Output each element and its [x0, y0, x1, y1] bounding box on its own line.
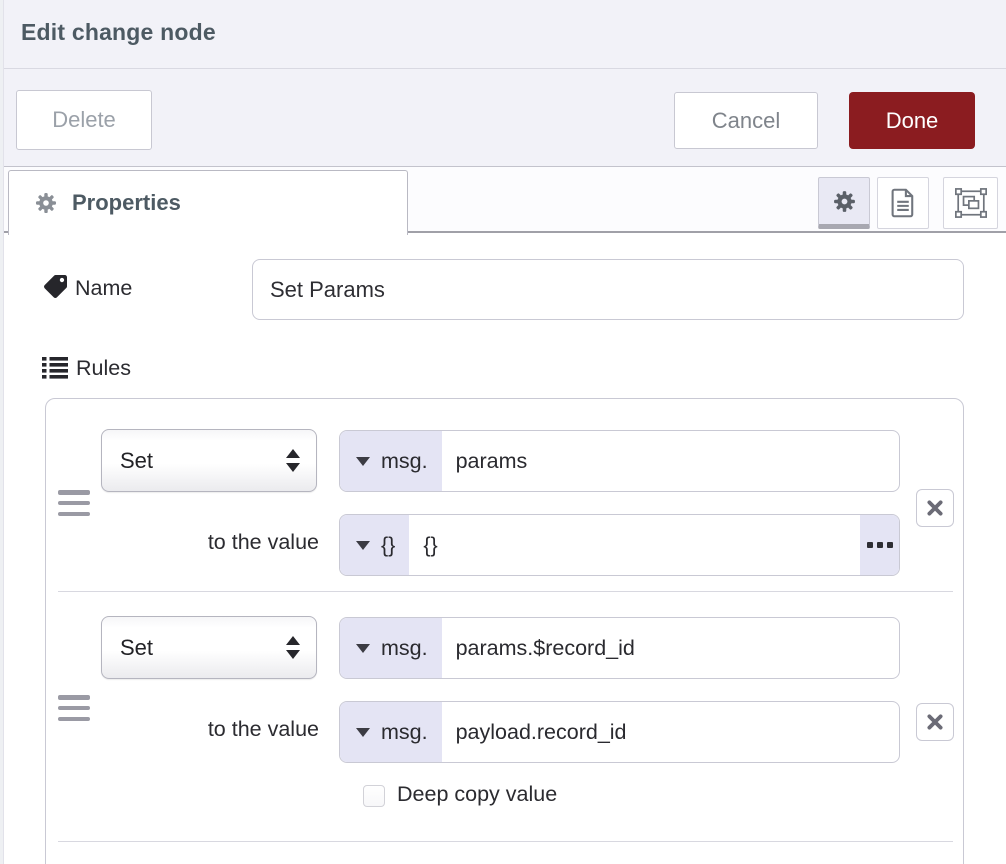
up-down-arrows-icon — [286, 449, 300, 472]
rule-action-value: Set — [120, 635, 153, 661]
rule-value-input[interactable] — [442, 702, 899, 762]
dialog-header: Edit change node — [0, 0, 1006, 69]
rule-value-input[interactable] — [409, 515, 860, 575]
remove-rule-button[interactable] — [916, 489, 954, 527]
gear-icon — [832, 189, 857, 214]
value-type-label: msg. — [381, 720, 428, 745]
name-label: Name — [75, 276, 132, 301]
document-icon — [890, 188, 916, 218]
dialog-title: Edit change node — [21, 19, 216, 46]
dialog-toolbar: Delete Cancel Done — [0, 69, 1006, 167]
rule-property-input[interactable] — [442, 431, 899, 491]
tab-bar: Properties — [0, 167, 1006, 233]
up-down-arrows-icon — [286, 636, 300, 659]
to-the-value-label: to the value — [106, 530, 319, 555]
tag-icon — [44, 275, 67, 298]
list-icon — [42, 356, 68, 380]
value-type-label: {} — [381, 533, 395, 558]
rules-label: Rules — [76, 356, 131, 381]
rule-divider — [58, 841, 953, 842]
rule-property-typed-input: msg. — [339, 430, 900, 492]
rule-action-select[interactable]: Set — [101, 429, 317, 492]
done-button[interactable]: Done — [849, 92, 975, 149]
remove-rule-button[interactable] — [916, 703, 954, 741]
property-type-label: msg. — [381, 449, 428, 474]
property-type-button[interactable]: msg. — [340, 618, 442, 678]
tray-resize-edge[interactable] — [0, 0, 4, 864]
x-icon — [926, 713, 944, 731]
to-the-value-label: to the value — [106, 717, 319, 742]
deep-copy-label[interactable]: Deep copy value — [397, 782, 557, 807]
tab-properties[interactable]: Properties — [8, 170, 408, 235]
delete-button[interactable]: Delete — [16, 90, 152, 150]
gear-icon — [34, 191, 58, 215]
rule-action-select[interactable]: Set — [101, 616, 317, 679]
tab-properties-label: Properties — [72, 190, 181, 216]
x-icon — [926, 499, 944, 517]
deep-copy-checkbox[interactable] — [363, 785, 385, 807]
rule-value-typed-input: msg. — [339, 701, 900, 763]
value-type-button[interactable]: {} — [340, 515, 409, 575]
name-input[interactable] — [252, 259, 964, 320]
rules-container: Set msg. to the value {} — [45, 398, 964, 864]
rule-drag-handle[interactable] — [58, 490, 90, 516]
chevron-down-icon — [356, 541, 370, 550]
chevron-down-icon — [356, 728, 370, 737]
expand-editor-button[interactable] — [860, 515, 899, 575]
rule-value-typed-input: {} — [339, 514, 900, 576]
rule-divider — [58, 591, 953, 592]
cancel-button[interactable]: Cancel — [674, 92, 818, 149]
ellipsis-icon — [867, 542, 873, 548]
property-type-button[interactable]: msg. — [340, 431, 442, 491]
description-icon-button[interactable] — [877, 177, 929, 229]
appearance-icon-button[interactable] — [943, 177, 998, 229]
rule-property-typed-input: msg. — [339, 617, 900, 679]
chevron-down-icon — [356, 457, 370, 466]
rule-action-value: Set — [120, 448, 153, 474]
chevron-down-icon — [356, 644, 370, 653]
rule-property-input[interactable] — [442, 618, 899, 678]
rule-drag-handle[interactable] — [58, 695, 90, 721]
properties-icon-button[interactable] — [818, 177, 870, 229]
node-appearance-icon — [955, 188, 987, 218]
property-type-label: msg. — [381, 636, 428, 661]
value-type-button[interactable]: msg. — [340, 702, 442, 762]
edit-change-node-dialog: Edit change node Delete Cancel Done — [0, 0, 1006, 864]
